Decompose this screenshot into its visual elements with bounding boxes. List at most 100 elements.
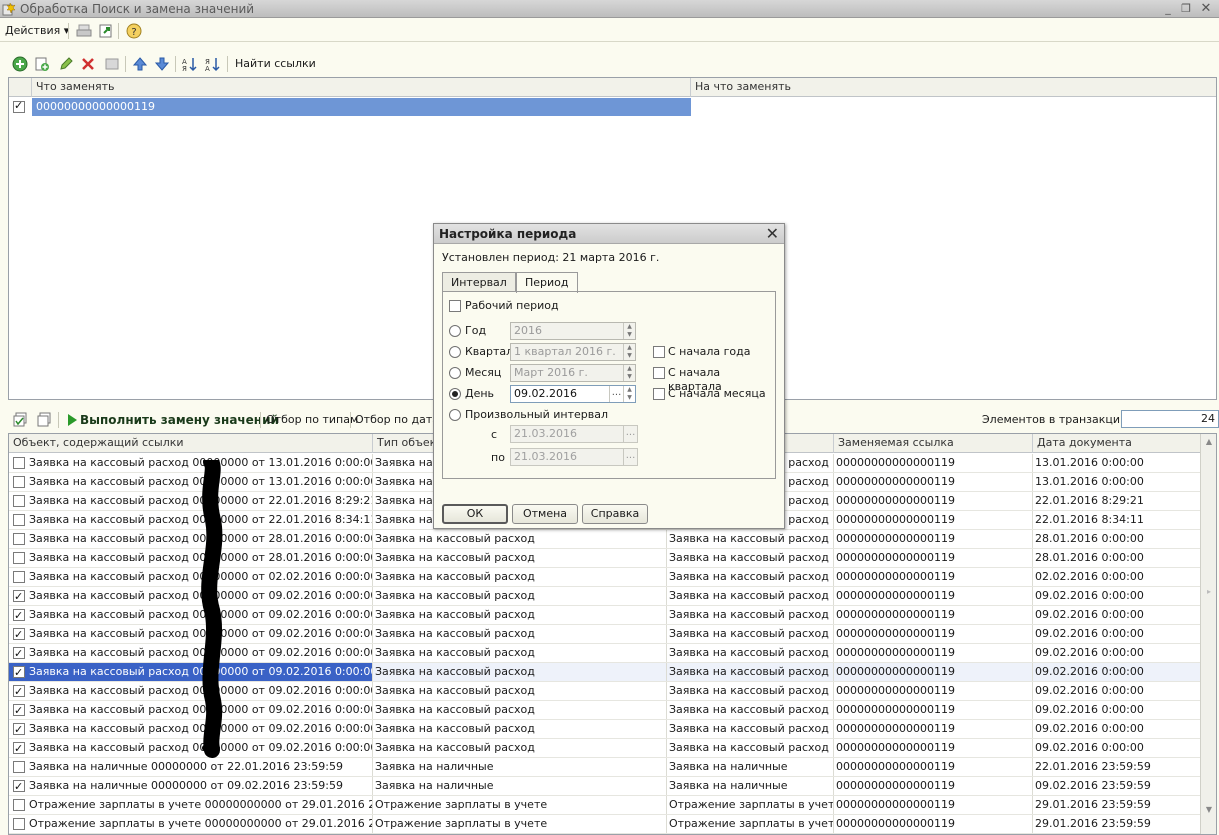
uncheck-all-icon[interactable] xyxy=(36,412,52,428)
row-checkbox[interactable] xyxy=(13,533,25,545)
object-cell[interactable]: Отражение зарплаты в учете 00000000000 о… xyxy=(9,796,373,814)
object-cell[interactable]: Заявка на наличные 00000000 от 09.02.201… xyxy=(9,777,373,795)
ref-type-cell[interactable]: Заявка на кассовый расход xyxy=(667,720,834,738)
object-type-cell[interactable]: Заявка на кассовый расход xyxy=(373,625,667,643)
object-cell[interactable]: Заявка на кассовый расход 00000000 от 09… xyxy=(9,625,373,643)
scroll-up-icon[interactable]: ▲ xyxy=(1201,434,1216,450)
from-month-start-checkbox[interactable] xyxy=(653,388,665,400)
row-checkbox[interactable] xyxy=(13,664,25,681)
row-checkbox[interactable] xyxy=(13,645,25,662)
replaced-ref-cell[interactable]: 00000000000000119 xyxy=(834,644,1033,662)
row-checkbox[interactable] xyxy=(13,799,25,811)
table-row[interactable]: Заявка на кассовый расход 00000000 от 09… xyxy=(9,625,1201,644)
object-type-cell[interactable]: Заявка на кассовый расход xyxy=(373,606,667,624)
ref-type-cell[interactable]: Заявка на наличные xyxy=(667,777,834,795)
ok-button[interactable]: ОК xyxy=(442,504,508,524)
object-type-cell[interactable]: Заявка на кассовый расход xyxy=(373,720,667,738)
object-type-cell[interactable]: Отражение зарплаты в учете xyxy=(373,796,667,814)
object-cell[interactable]: Заявка на кассовый расход 00000000 от 02… xyxy=(9,568,373,586)
object-cell[interactable]: Заявка на кассовый расход 00000000 от 22… xyxy=(9,511,373,529)
radio-month[interactable] xyxy=(449,367,461,379)
move-up-icon[interactable] xyxy=(132,56,148,72)
object-cell[interactable]: Заявка на кассовый расход 00000000 от 28… xyxy=(9,549,373,567)
check-all-icon[interactable] xyxy=(12,412,28,428)
document-date-cell[interactable]: 28.01.2016 0:00:00 xyxy=(1033,530,1201,548)
table-row[interactable]: Заявка на кассовый расход 00000000 от 28… xyxy=(9,530,1201,549)
replaced-ref-cell[interactable]: 00000000000000119 xyxy=(834,777,1033,795)
replaced-ref-cell[interactable]: 00000000000000119 xyxy=(834,758,1033,776)
table-row[interactable]: Заявка на кассовый расход 00000000 от 09… xyxy=(9,644,1201,663)
ref-type-cell[interactable]: Заявка на кассовый расход xyxy=(667,587,834,605)
copy-icon[interactable] xyxy=(34,56,50,72)
document-date-cell[interactable]: 09.02.2016 0:00:00 xyxy=(1033,682,1201,700)
document-date-cell[interactable]: 13.01.2016 0:00:00 xyxy=(1033,473,1201,491)
object-cell[interactable]: Заявка на кассовый расход 00000000 от 22… xyxy=(9,492,373,510)
document-date-cell[interactable]: 09.02.2016 0:00:00 xyxy=(1033,644,1201,662)
ref-type-cell[interactable]: Заявка на кассовый расход xyxy=(667,701,834,719)
restore-icon[interactable]: ❐ xyxy=(1178,1,1194,16)
from-year-start-checkbox[interactable] xyxy=(653,346,665,358)
object-type-cell[interactable]: Заявка на наличные xyxy=(373,777,667,795)
what-replace-cell[interactable]: 00000000000000119 xyxy=(32,98,691,116)
spin-icon[interactable]: ▲ ▼ xyxy=(623,323,635,339)
object-type-cell[interactable]: Заявка на кассовый расход xyxy=(373,644,667,662)
table-row[interactable]: Заявка на кассовый расход 00000000 от 02… xyxy=(9,568,1201,587)
replaced-ref-cell[interactable]: 00000000000000119 xyxy=(834,568,1033,586)
restore-settings-icon[interactable] xyxy=(98,23,114,39)
from-quarter-start-checkbox[interactable] xyxy=(653,367,665,379)
document-date-cell[interactable]: 22.01.2016 23:59:59 xyxy=(1033,758,1201,776)
table-row[interactable]: Заявка на кассовый расход 00000000 от 09… xyxy=(9,682,1201,701)
document-date-cell[interactable]: 09.02.2016 0:00:00 xyxy=(1033,587,1201,605)
sort-asc-icon[interactable]: AЯ xyxy=(181,56,197,72)
document-date-cell[interactable]: 13.01.2016 0:00:00 xyxy=(1033,454,1201,472)
ref-type-cell[interactable]: Заявка на наличные xyxy=(667,758,834,776)
object-type-cell[interactable]: Заявка на кассовый расход xyxy=(373,568,667,586)
ref-type-cell[interactable]: Заявка на кассовый расход xyxy=(667,530,834,548)
table-row[interactable]: Заявка на кассовый расход 00000000 от 09… xyxy=(9,720,1201,739)
object-cell[interactable]: Заявка на кассовый расход 00000000 от 09… xyxy=(9,720,373,738)
object-type-cell[interactable]: Заявка на кассовый расход xyxy=(373,587,667,605)
execute-replace-button[interactable]: Выполнить замену значений xyxy=(80,410,279,430)
replaced-ref-cell[interactable]: 00000000000000119 xyxy=(834,511,1033,529)
row-checkbox[interactable] xyxy=(13,495,25,507)
ellipsis-icon[interactable]: ... xyxy=(623,426,637,442)
document-date-cell[interactable]: 09.02.2016 0:00:00 xyxy=(1033,663,1201,681)
ref-type-cell[interactable]: Заявка на кассовый расход xyxy=(667,682,834,700)
object-cell[interactable]: Заявка на кассовый расход 00000000 от 09… xyxy=(9,682,373,700)
document-date-cell[interactable]: 09.02.2016 0:00:00 xyxy=(1033,701,1201,719)
replaced-ref-cell[interactable]: 00000000000000119 xyxy=(834,663,1033,681)
replaced-ref-cell[interactable]: 00000000000000119 xyxy=(834,473,1033,491)
help-icon[interactable]: ? xyxy=(126,23,142,39)
header-replace-with[interactable]: На что заменять xyxy=(691,78,1216,97)
ref-type-cell[interactable]: Заявка на кассовый расход xyxy=(667,739,834,757)
edit-icon[interactable] xyxy=(58,56,74,72)
end-edit-icon[interactable] xyxy=(104,56,120,72)
document-date-cell[interactable]: 09.02.2016 0:00:00 xyxy=(1033,606,1201,624)
replaced-ref-cell[interactable]: 00000000000000119 xyxy=(834,587,1033,605)
tab-period[interactable]: Период xyxy=(516,272,578,293)
radio-quarter[interactable] xyxy=(449,346,461,358)
table-row[interactable]: Заявка на наличные 00000000 от 22.01.201… xyxy=(9,758,1201,777)
table-row[interactable]: Отражение зарплаты в учете 00000000000 о… xyxy=(9,815,1201,834)
add-icon[interactable] xyxy=(12,56,28,72)
table-row[interactable]: Заявка на кассовый расход 00000000 от 28… xyxy=(9,549,1201,568)
find-links-button[interactable]: Найти ссылки xyxy=(235,57,316,70)
ref-type-cell[interactable]: Заявка на кассовый расход xyxy=(667,625,834,643)
spin-icon[interactable]: ▲ ▼ xyxy=(623,386,635,402)
object-type-cell[interactable]: Заявка на кассовый расход xyxy=(373,739,667,757)
document-date-cell[interactable]: 22.01.2016 8:34:11 xyxy=(1033,511,1201,529)
dialog-close-icon[interactable]: ✕ xyxy=(766,224,779,243)
cancel-button[interactable]: Отмена xyxy=(512,504,578,524)
document-date-cell[interactable]: 09.02.2016 0:00:00 xyxy=(1033,720,1201,738)
table-row[interactable]: Заявка на кассовый расход 00000000 от 09… xyxy=(9,701,1201,720)
radio-day[interactable] xyxy=(449,388,461,400)
to-date-field[interactable]: 21.03.2016... xyxy=(510,448,638,466)
help-button[interactable]: Справка xyxy=(582,504,648,524)
actions-menu[interactable]: Действия ▾ xyxy=(5,24,69,37)
transaction-size-input[interactable]: 24 xyxy=(1121,410,1219,428)
working-period-checkbox[interactable] xyxy=(449,300,461,312)
object-cell[interactable]: Заявка на наличные 00000000 от 22.01.201… xyxy=(9,758,373,776)
ref-type-cell[interactable]: Заявка на кассовый расход xyxy=(667,606,834,624)
quarter-field[interactable]: 1 квартал 2016 г. ▲ ▼ xyxy=(510,343,636,361)
ellipsis-icon[interactable]: ... xyxy=(609,386,623,402)
